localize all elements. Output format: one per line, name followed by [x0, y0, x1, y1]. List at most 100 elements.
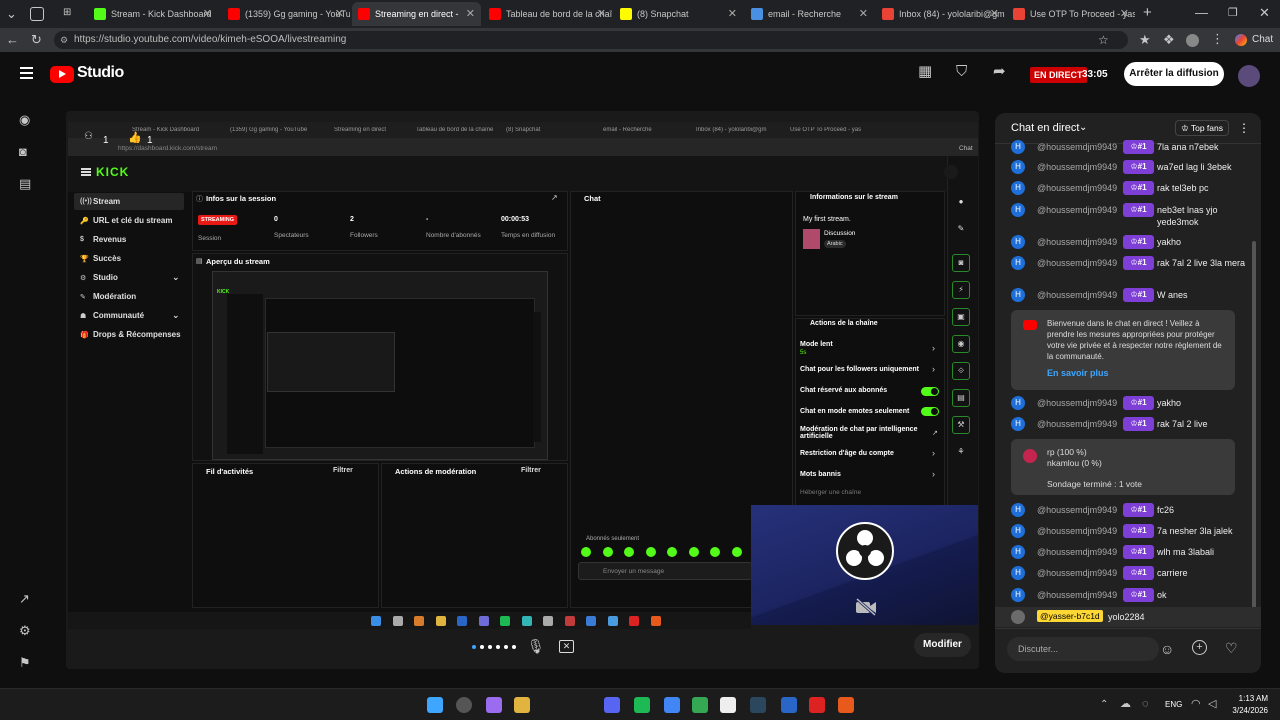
search-icon[interactable] [456, 697, 472, 713]
session-title: Infos sur la session [206, 194, 277, 203]
slide-dots[interactable] [472, 645, 516, 649]
browser-tab[interactable]: Stream - Kick Dashboard ✕ [88, 2, 218, 26]
browser-tab[interactable]: Streaming en direct - ✕ [352, 2, 481, 26]
member-badge: ♔#1 [1123, 160, 1154, 174]
star-icon[interactable]: ☆ [1098, 33, 1109, 47]
more-options-icon[interactable]: ⋮ [1238, 121, 1250, 135]
game-launcher-icon[interactable] [838, 697, 854, 713]
chat-scrollbar[interactable] [1252, 241, 1256, 611]
steam-icon[interactable] [750, 697, 766, 713]
clock-date[interactable]: 3/24/2026 [1222, 706, 1268, 715]
save-icon[interactable]: ⛉ [956, 64, 967, 79]
tab-title: Stream - Kick Dashboard [111, 9, 212, 19]
clock-time[interactable]: 1:13 AM [1228, 694, 1268, 703]
riot-icon[interactable] [809, 697, 825, 713]
tray-up-icon[interactable]: ⌃ [1100, 698, 1108, 712]
maximize-icon[interactable]: ❐ [1228, 6, 1238, 20]
close-tab-icon[interactable]: ✕ [1120, 7, 1129, 20]
learn-more-link[interactable]: En savoir plus [1047, 368, 1109, 378]
chevron-down-icon[interactable]: ⌄ [1079, 122, 1087, 133]
browser-tab[interactable]: Inbox (84) - yololaribi@gmail.com✕ [876, 2, 1005, 26]
url-field[interactable]: ⚙ https://studio.youtube.com/video/kimeh… [54, 31, 1128, 49]
gamepad-icon[interactable]: ⊞ [63, 6, 71, 20]
profile-avatar[interactable] [1186, 34, 1199, 47]
file-explorer-icon[interactable] [514, 697, 530, 713]
microphone-icon[interactable]: 🎙 [527, 639, 545, 653]
chrome-profile-icon[interactable] [692, 697, 708, 713]
wifi-icon[interactable]: ◠ [1191, 697, 1201, 711]
chat-text: wlh ma 3labali [1157, 547, 1215, 557]
account-avatar[interactable] [1238, 65, 1260, 87]
back-icon[interactable]: ← [6, 33, 19, 47]
media-icon[interactable]: ▦ [918, 64, 932, 79]
kick-nav-item: Drops & Récompenses [93, 330, 181, 339]
top-fans-button[interactable]: ♔ Top fans [1175, 120, 1229, 136]
kick-chat-title: Chat [584, 194, 601, 203]
settings-icon[interactable]: ⚙ [19, 624, 31, 638]
close-camera-icon[interactable]: ✕ [559, 640, 574, 653]
ea-icon[interactable] [781, 697, 797, 713]
chat-title[interactable]: Chat en direct [1011, 122, 1079, 134]
kick-rail-icon: ⚘ [957, 447, 965, 456]
close-tab-icon[interactable]: ✕ [466, 7, 475, 20]
browser-tab[interactable]: (1359) Gg gaming - YouTube ✕ [222, 2, 350, 26]
chat-username: @houssemdjm9949 [1037, 205, 1118, 215]
chat-button[interactable]: Chat [1252, 34, 1273, 45]
inner-taskbar-app-icon [392, 616, 403, 626]
emote-icon [602, 547, 613, 557]
close-tab-icon[interactable]: ✕ [597, 7, 606, 20]
reload-icon[interactable]: ↻ [31, 33, 42, 47]
hamburger-menu-icon[interactable] [20, 67, 33, 69]
bookmark-icon[interactable]: ★ [1139, 33, 1151, 47]
emoji-icon[interactable]: ☺ [1160, 641, 1174, 657]
tray-icon[interactable]: ◌ [1142, 697, 1149, 711]
tab-actions-icon[interactable] [30, 7, 44, 21]
camera-icon[interactable]: ◙ [19, 145, 27, 159]
extensions-icon[interactable]: ❖ [1163, 33, 1175, 47]
session-stat-label: Temps en diffusion [501, 232, 556, 239]
youtube-logo-icon[interactable] [50, 66, 74, 83]
discord-icon[interactable] [604, 697, 620, 713]
stop-stream-button[interactable]: Arrêter la diffusion [1124, 62, 1224, 86]
close-window-icon[interactable]: ✕ [1259, 6, 1270, 20]
language-indicator[interactable]: ENG [1165, 700, 1182, 709]
browser-tab[interactable]: Use OTP To Proceed - yassine✕ [1007, 2, 1135, 26]
chat-message: H @houssemdjm9949 ♔#1 ok [1011, 588, 1247, 602]
minimize-icon[interactable]: — [1195, 6, 1208, 20]
more-icon[interactable]: ⋮ [1211, 32, 1224, 46]
broadcast-icon[interactable]: ◉ [19, 113, 30, 127]
close-tab-icon[interactable]: ✕ [335, 7, 344, 20]
spotify-icon[interactable] [634, 697, 650, 713]
copilot-icon[interactable] [486, 697, 502, 713]
category-thumbnail [803, 229, 820, 249]
volume-icon[interactable]: ◁ [1208, 697, 1216, 711]
browser-tab[interactable]: (8) Snapchat ✕ [614, 2, 743, 26]
close-tab-icon[interactable]: ✕ [859, 7, 868, 20]
add-icon[interactable]: + [1192, 640, 1207, 655]
stream-info-title: Informations sur le stream [810, 194, 898, 201]
edit-button[interactable]: Modifier [914, 633, 971, 657]
calendar-icon[interactable]: ▤ [19, 177, 31, 191]
browser-tab[interactable]: email - Recherche ✕ [745, 2, 874, 26]
avatar: H [1011, 235, 1025, 249]
chat-message: H @houssemdjm9949 ♔#1 wlh ma 3labali [1011, 545, 1247, 559]
new-tab-icon[interactable]: + [1143, 5, 1152, 20]
chrome-icon[interactable] [664, 697, 680, 713]
capcut-icon[interactable] [720, 697, 736, 713]
inner-taskbar-app-icon [586, 616, 596, 626]
external-link-icon[interactable]: ↗ [19, 592, 30, 606]
windows-start-icon[interactable] [427, 697, 443, 713]
close-tab-icon[interactable]: ✕ [728, 7, 737, 20]
share-icon[interactable]: ➦ [993, 64, 1006, 79]
browser-tab[interactable]: Tableau de bord de la chaîne ✕ [483, 2, 612, 26]
close-tab-icon[interactable]: ✕ [990, 7, 999, 20]
member-badge: ♔#1 [1123, 417, 1154, 431]
close-tab-icon[interactable]: ✕ [203, 7, 212, 20]
inner-tab: Use OTP To Proceed - yas [790, 127, 862, 133]
heart-icon[interactable]: ♡ [1225, 640, 1238, 657]
cloud-icon[interactable]: ☁ [1120, 697, 1131, 711]
tab-menu-icon[interactable]: ⌄ [6, 7, 17, 21]
site-info-icon[interactable]: ⚙ [60, 31, 68, 49]
chat-input[interactable]: Discuter... [1007, 637, 1159, 661]
feedback-icon[interactable]: ⚑ [19, 656, 31, 670]
